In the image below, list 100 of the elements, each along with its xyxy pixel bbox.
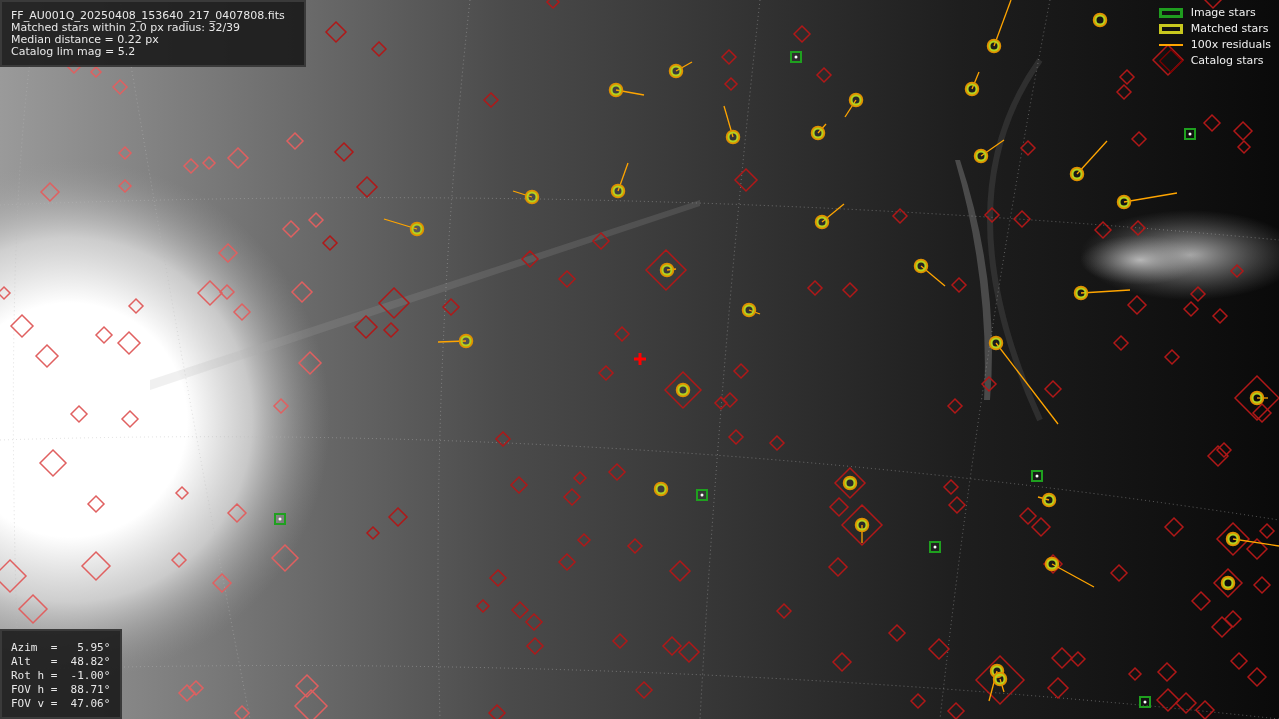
catalog-star-marker — [1156, 661, 1178, 683]
matched-star-marker — [973, 139, 1005, 164]
catalog-star-marker — [634, 680, 654, 700]
catalog-star-marker — [89, 65, 103, 79]
catalog-star-marker — [613, 325, 631, 343]
catalog-star-marker — [1019, 139, 1037, 157]
catalog-star-marker — [281, 219, 301, 239]
matched-star-marker — [383, 218, 425, 237]
catalog-star-marker — [39, 181, 61, 203]
catalog-star-marker — [663, 370, 703, 410]
catalog-star-marker — [127, 297, 145, 315]
catalog-star-marker — [116, 330, 142, 356]
matched-star-marker — [1225, 531, 1279, 547]
catalog-star-marker — [927, 637, 951, 661]
catalog-star-marker — [488, 568, 508, 588]
catalog-star-marker — [1210, 615, 1234, 639]
catalog-star-marker — [980, 375, 998, 393]
catalog-star-marker — [792, 24, 812, 44]
matched-star-marker — [854, 517, 870, 544]
catalog-star-marker — [232, 302, 252, 322]
catalog-star-marker — [290, 280, 314, 304]
matched-star-marker — [1037, 492, 1057, 508]
matched-star-marker — [964, 71, 980, 97]
catalog-star-marker — [1182, 300, 1200, 318]
catalog-star-marker — [38, 448, 68, 478]
catalog-star-marker — [170, 551, 188, 569]
catalog-star-marker — [713, 395, 729, 411]
catalog-star-marker — [1252, 575, 1272, 595]
plus-icon — [632, 351, 648, 367]
matched-star-marker — [653, 481, 669, 497]
matched-star-marker — [437, 333, 474, 349]
matched-star-marker — [1220, 575, 1236, 591]
catalog-star-marker — [475, 598, 491, 614]
catalog-star-marker — [1232, 120, 1254, 142]
pointing-text: Azim = 5.95° — [11, 641, 111, 655]
catalog-star-marker — [1189, 285, 1207, 303]
catalog-star-marker — [668, 559, 692, 583]
matched-star-marker — [844, 92, 864, 118]
catalog-star-marker — [285, 131, 305, 151]
catalog-star-marker — [677, 640, 701, 664]
catalog-star-marker — [1163, 516, 1185, 538]
catalog-star-marker — [974, 654, 1026, 706]
catalog-star-marker — [321, 234, 339, 252]
catalog-star-marker — [1236, 139, 1252, 155]
matched-star-marker — [1073, 285, 1131, 301]
catalog-star-marker — [827, 556, 849, 578]
pointing-text: Alt = 48.82° — [11, 655, 111, 669]
catalog-star-marker — [297, 350, 323, 376]
catalog-star-marker — [510, 600, 530, 620]
pointing-text: Rot h = -1.00° — [11, 669, 111, 683]
catalog-star-marker — [727, 428, 745, 446]
matched-star-marker — [723, 105, 741, 145]
catalog-star-marker — [1206, 444, 1230, 468]
catalog-star-marker — [117, 145, 133, 161]
matched-star-marker — [1116, 192, 1178, 210]
catalog-star-marker — [355, 175, 379, 199]
catalog-star-marker — [17, 593, 49, 625]
catalog-star-marker — [909, 692, 927, 710]
catalog-star-marker — [733, 167, 759, 193]
catalog-star-marker — [182, 157, 200, 175]
catalog-star-marker — [572, 470, 588, 486]
catalog-star-marker — [233, 704, 251, 719]
catalog-star-marker — [557, 269, 577, 289]
catalog-star-marker — [34, 343, 60, 369]
catalog-star-marker — [324, 20, 348, 44]
catalog-star-marker — [1155, 687, 1181, 713]
catalog-star-marker — [562, 487, 582, 507]
catalog-star-marker — [1211, 307, 1229, 325]
catalog-star-marker — [353, 314, 379, 340]
catalog-star-marker — [294, 673, 320, 699]
catalog-star-marker — [831, 651, 853, 673]
catalog-star-marker — [1050, 646, 1074, 670]
catalog-star-marker — [1069, 650, 1087, 668]
catalog-star-marker — [607, 462, 627, 482]
matched-star-marker — [986, 0, 1012, 54]
catalog-star-marker — [1229, 651, 1249, 671]
catalog-star-marker — [775, 602, 793, 620]
catalog-star-marker — [0, 558, 28, 594]
catalog-star-marker — [1203, 0, 1223, 10]
catalog-star-marker — [815, 66, 833, 84]
catalog-star-marker — [1246, 666, 1268, 688]
catalog-star-marker — [187, 679, 205, 697]
catalog-star-marker — [94, 325, 114, 345]
info-text: FF_AU001Q_20250408_153640_217_0407808.fits — [11, 10, 286, 22]
residual-line-icon — [1158, 43, 1183, 46]
catalog-star-marker — [1118, 68, 1136, 86]
catalog-star-marker — [720, 48, 738, 66]
catalog-star-marker — [644, 248, 688, 292]
catalog-star-marker — [509, 475, 529, 495]
catalog-star-marker — [1043, 379, 1063, 399]
catalog-star-marker — [841, 281, 859, 299]
legend-label: Image stars — [1190, 6, 1256, 19]
legend-label: Catalog stars — [1190, 54, 1264, 67]
catalog-star-marker — [947, 495, 967, 515]
catalog-star-marker — [111, 78, 129, 96]
catalog-star-marker — [723, 76, 739, 92]
catalog-star-marker — [1130, 130, 1148, 148]
catalog-star-marker — [887, 623, 907, 643]
matched-star-marker — [1044, 556, 1095, 588]
catalog-star-marker — [1163, 348, 1181, 366]
